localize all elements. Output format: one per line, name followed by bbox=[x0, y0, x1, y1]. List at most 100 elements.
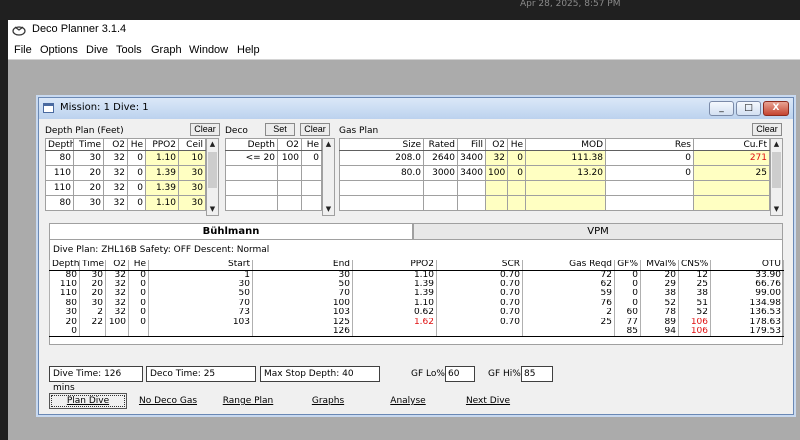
cell[interactable] bbox=[423, 195, 458, 211]
cell[interactable] bbox=[605, 195, 694, 211]
scroll-thumb[interactable] bbox=[772, 152, 781, 188]
table-row[interactable] bbox=[225, 165, 322, 181]
cell[interactable]: 30 bbox=[73, 150, 104, 166]
tab-vpm[interactable]: VPM bbox=[413, 223, 783, 240]
cell[interactable] bbox=[507, 180, 526, 196]
menu-window[interactable]: Window bbox=[187, 43, 230, 57]
cell[interactable]: 0 bbox=[605, 165, 694, 181]
cell[interactable]: 2640 bbox=[423, 150, 458, 166]
scroll-thumb[interactable] bbox=[208, 152, 217, 188]
table-row[interactable] bbox=[339, 195, 770, 211]
gf-hi-input[interactable]: 85 bbox=[521, 366, 553, 382]
cell[interactable] bbox=[277, 180, 302, 196]
deco-clear-button[interactable]: Clear bbox=[300, 123, 330, 136]
cell[interactable] bbox=[457, 180, 486, 196]
cell[interactable]: 0 bbox=[127, 180, 146, 196]
scroll-down-icon[interactable]: ▼ bbox=[771, 204, 782, 215]
gas-plan-clear-button[interactable]: Clear bbox=[752, 123, 782, 136]
table-row[interactable]: 80 30 32 0 1.10 10 bbox=[45, 150, 206, 166]
cell[interactable] bbox=[277, 195, 302, 211]
scroll-down-icon[interactable]: ▼ bbox=[323, 204, 334, 215]
deco-set-button[interactable]: Set bbox=[265, 123, 295, 136]
scroll-up-icon[interactable]: ▲ bbox=[771, 139, 782, 150]
scroll-down-icon[interactable]: ▼ bbox=[207, 204, 218, 215]
cell[interactable]: <= 20 bbox=[225, 150, 278, 166]
cell[interactable]: 20 bbox=[73, 165, 104, 181]
cell[interactable]: 80 bbox=[45, 150, 74, 166]
cell[interactable]: 110 bbox=[45, 165, 74, 181]
cell[interactable] bbox=[301, 180, 322, 196]
minimize-button[interactable]: _ bbox=[709, 101, 734, 116]
menu-graph[interactable]: Graph bbox=[149, 43, 184, 57]
table-row[interactable]: 110 20 32 0 1.39 30 bbox=[45, 165, 206, 181]
cell[interactable]: 32 bbox=[103, 180, 128, 196]
next-dive-button[interactable]: Next Dive bbox=[449, 393, 527, 409]
cell[interactable]: 0 bbox=[605, 150, 694, 166]
gf-lo-input[interactable]: 60 bbox=[445, 366, 475, 382]
graphs-button[interactable]: Graphs bbox=[289, 393, 367, 409]
table-row[interactable]: 110 20 32 0 1.39 30 bbox=[45, 180, 206, 196]
scroll-up-icon[interactable]: ▲ bbox=[207, 139, 218, 150]
menu-tools[interactable]: Tools bbox=[114, 43, 144, 57]
cell[interactable]: 3400 bbox=[457, 150, 486, 166]
cell[interactable]: 32 bbox=[103, 150, 128, 166]
table-row[interactable]: 80 30 32 0 1.10 30 bbox=[45, 195, 206, 211]
cell[interactable]: 20 bbox=[73, 180, 104, 196]
cell[interactable] bbox=[225, 195, 278, 211]
cell[interactable] bbox=[301, 165, 322, 181]
cell[interactable]: 32 bbox=[103, 165, 128, 181]
maximize-button[interactable]: □ bbox=[736, 101, 761, 116]
range-plan-button[interactable]: Range Plan bbox=[209, 393, 287, 409]
cell[interactable]: 0 bbox=[507, 165, 526, 181]
table-row[interactable]: 208.0 2640 3400 32 0 111.38 0 271 bbox=[339, 150, 770, 166]
cell[interactable]: 208.0 bbox=[339, 150, 424, 166]
cell[interactable] bbox=[301, 195, 322, 211]
cell[interactable]: 80.0 bbox=[339, 165, 424, 181]
cell[interactable]: 100 bbox=[485, 165, 508, 181]
table-row[interactable]: 80.0 3000 3400 100 0 13.20 0 25 bbox=[339, 165, 770, 181]
cell[interactable] bbox=[225, 180, 278, 196]
no-deco-gas-button[interactable]: No Deco Gas bbox=[129, 393, 207, 409]
cell[interactable]: 110 bbox=[45, 180, 74, 196]
cell[interactable]: 0 bbox=[127, 165, 146, 181]
cell[interactable]: 3000 bbox=[423, 165, 458, 181]
cell[interactable] bbox=[457, 195, 486, 211]
cell[interactable] bbox=[423, 180, 458, 196]
gas-plan-scrollbar[interactable]: ▲ ▼ bbox=[770, 138, 783, 216]
table-row[interactable] bbox=[225, 195, 322, 211]
cell[interactable] bbox=[507, 195, 526, 211]
cell[interactable]: 0 bbox=[127, 150, 146, 166]
deco-scrollbar[interactable]: ▲ ▼ bbox=[322, 138, 335, 216]
cell[interactable] bbox=[485, 195, 508, 211]
cell[interactable]: 32 bbox=[103, 195, 128, 211]
scroll-up-icon[interactable]: ▲ bbox=[323, 139, 334, 150]
cell[interactable]: 3400 bbox=[457, 165, 486, 181]
cell[interactable]: 0 bbox=[127, 195, 146, 211]
cell[interactable]: 32 bbox=[485, 150, 508, 166]
cell[interactable] bbox=[485, 180, 508, 196]
cell[interactable] bbox=[605, 180, 694, 196]
cell[interactable]: 80 bbox=[45, 195, 74, 211]
table-row[interactable]: <= 20 100 0 bbox=[225, 150, 322, 166]
cell[interactable] bbox=[339, 195, 424, 211]
table-row[interactable] bbox=[339, 180, 770, 196]
plan-dive-button[interactable]: Plan Dive bbox=[49, 393, 127, 409]
menu-help[interactable]: Help bbox=[235, 43, 262, 57]
menu-options[interactable]: Options bbox=[38, 43, 80, 57]
depth-plan-scrollbar[interactable]: ▲ ▼ bbox=[206, 138, 219, 216]
depth-plan-clear-button[interactable]: Clear bbox=[190, 123, 220, 136]
cell[interactable]: 30 bbox=[73, 195, 104, 211]
mission-titlebar[interactable]: Mission: 1 Dive: 1 _ □ X bbox=[39, 98, 793, 119]
cell[interactable] bbox=[225, 165, 278, 181]
close-button[interactable]: X bbox=[763, 101, 789, 116]
cell[interactable]: 0 bbox=[507, 150, 526, 166]
cell[interactable] bbox=[339, 180, 424, 196]
cell[interactable]: 0 bbox=[301, 150, 322, 166]
table-row[interactable] bbox=[225, 180, 322, 196]
menu-dive[interactable]: Dive bbox=[84, 43, 110, 57]
tab-buhlmann[interactable]: Bühlmann bbox=[49, 223, 413, 240]
menu-file[interactable]: File bbox=[12, 43, 34, 57]
cell[interactable] bbox=[277, 165, 302, 181]
analyse-button[interactable]: Analyse bbox=[369, 393, 447, 409]
cell[interactable]: 100 bbox=[277, 150, 302, 166]
